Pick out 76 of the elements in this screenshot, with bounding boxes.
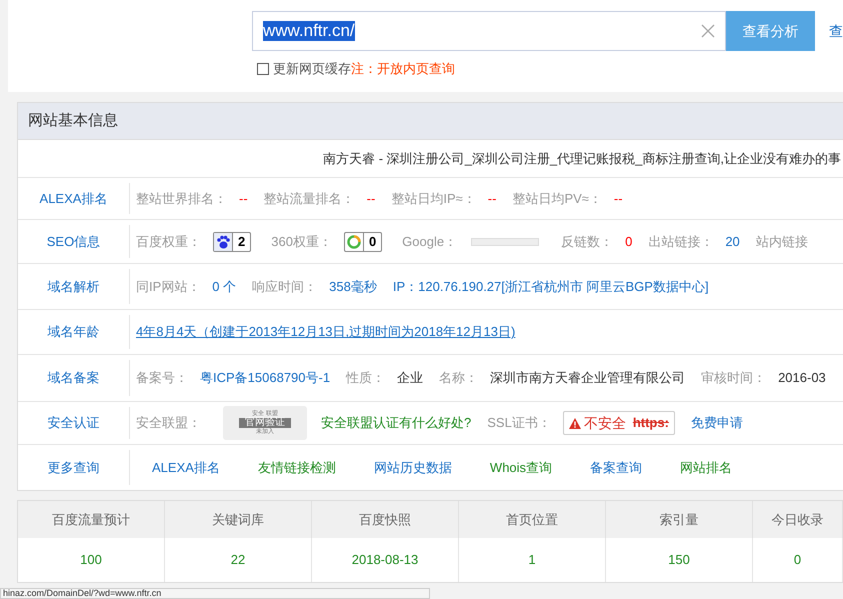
column-header: 今日收录 bbox=[753, 501, 843, 538]
table-cell: 2018-08-13 bbox=[312, 538, 459, 582]
query-link[interactable]: 查 bbox=[829, 20, 843, 42]
link[interactable]: 友情链接检测 bbox=[258, 458, 336, 478]
field-value: 0 个 bbox=[212, 278, 236, 296]
column-header: 首页位置 bbox=[459, 501, 606, 538]
warning-icon bbox=[568, 418, 581, 428]
field-value: 20 bbox=[725, 232, 740, 251]
search-field[interactable]: www.nftr.cn/ bbox=[252, 11, 726, 51]
field-label: 站内链接 bbox=[756, 232, 808, 251]
field-label: 整站日均IP≈： bbox=[391, 190, 476, 208]
row-label: 域名备案 bbox=[48, 369, 100, 388]
column-header: 百度快照 bbox=[312, 501, 459, 538]
pagerank-bar bbox=[471, 238, 540, 246]
field-label: 整站世界排名： bbox=[136, 190, 227, 208]
site-title: 南方天睿 - 深圳注册公司_深圳公司注册_代理记账报税_商标注册查询,让企业没有难办的事 bbox=[323, 150, 841, 168]
checkbox-label: 更新网页缓存 bbox=[273, 60, 351, 78]
field-value: 358毫秒 bbox=[329, 278, 377, 296]
field-label: 反链数： bbox=[561, 232, 614, 251]
analyze-button[interactable]: 查看分析 bbox=[726, 11, 815, 51]
row-label: 安全认证 bbox=[48, 414, 100, 432]
field-label: 同IP网站： bbox=[136, 278, 200, 296]
seal-text: 官网验证 bbox=[239, 418, 291, 428]
link[interactable]: Whois查询 bbox=[490, 458, 552, 478]
table-cell: 1 bbox=[459, 538, 606, 582]
weight-value: 0 bbox=[362, 232, 382, 250]
field-label: 响应时间： bbox=[252, 278, 318, 296]
field-value: -- bbox=[488, 190, 496, 208]
status-bar: hinaz.com/DomainDel/?wd=www.nftr.cn bbox=[0, 588, 430, 599]
ring-icon bbox=[344, 232, 363, 250]
field-value: 2016-03 bbox=[778, 369, 826, 388]
table-cell: 150 bbox=[606, 538, 753, 582]
link[interactable]: 免费申请 bbox=[690, 413, 743, 433]
field-value: 企业 bbox=[397, 369, 424, 388]
link[interactable]: 网站历史数据 bbox=[374, 458, 452, 478]
link[interactable]: 网站排名 bbox=[680, 458, 732, 478]
protocol-text: https: bbox=[632, 414, 669, 432]
link[interactable]: 备案查询 bbox=[590, 458, 642, 478]
field-value: -- bbox=[614, 190, 623, 208]
field-label: 出站链接： bbox=[648, 232, 714, 251]
link[interactable]: ALEXA排名 bbox=[152, 458, 220, 478]
field-label: 名称： bbox=[439, 369, 478, 388]
row-label: 更多查询 bbox=[48, 458, 100, 477]
field-value: -- bbox=[366, 190, 376, 208]
field-label: 性质： bbox=[346, 369, 386, 388]
column-header: 关键词库 bbox=[165, 501, 312, 538]
table-cell: 0 bbox=[753, 538, 843, 582]
row-label: 域名解析 bbox=[48, 278, 100, 296]
field-value: 深圳市南方天睿企业管理有限公司 bbox=[490, 369, 686, 388]
insecure-text: 不安全 bbox=[584, 414, 626, 432]
column-header: 索引量 bbox=[606, 501, 753, 538]
field-label: 百度权重： bbox=[136, 232, 201, 251]
note-text: 注：开放内页查询 bbox=[351, 60, 455, 78]
field-label: 整站日均PV≈： bbox=[512, 190, 602, 208]
row-label: 域名年龄 bbox=[48, 323, 100, 342]
weight-value: 2 bbox=[232, 232, 250, 250]
row-label: ALEXA排名 bbox=[40, 190, 108, 208]
field-label: Google： bbox=[402, 232, 458, 251]
row-label: SEO信息 bbox=[46, 232, 100, 251]
paw-icon bbox=[214, 232, 232, 250]
field-value: 0 bbox=[625, 232, 632, 251]
table-cell: 100 bbox=[18, 538, 165, 582]
link[interactable]: 4年8月4天（创建于2013年12月13日,过期时间为2018年12月13日) bbox=[136, 322, 516, 342]
panel-title: 网站基本信息 bbox=[18, 103, 843, 140]
field-label: 审核时间： bbox=[701, 369, 766, 388]
field-value: -- bbox=[239, 190, 248, 208]
field-label: 整站流量排名： bbox=[264, 190, 355, 208]
field-value: 粤ICP备15068790号-1 bbox=[200, 369, 330, 388]
field-label: 360权重： bbox=[271, 232, 332, 251]
field-label: 备案号： bbox=[136, 369, 188, 388]
column-header: 百度流量预计 bbox=[18, 501, 165, 538]
table-cell: 22 bbox=[165, 538, 312, 582]
checkbox[interactable] bbox=[257, 62, 269, 75]
field-label: SSL证书： bbox=[487, 414, 551, 432]
link[interactable]: 安全联盟认证有什么好处? bbox=[321, 413, 472, 433]
field-label: 安全联盟： bbox=[136, 414, 201, 432]
